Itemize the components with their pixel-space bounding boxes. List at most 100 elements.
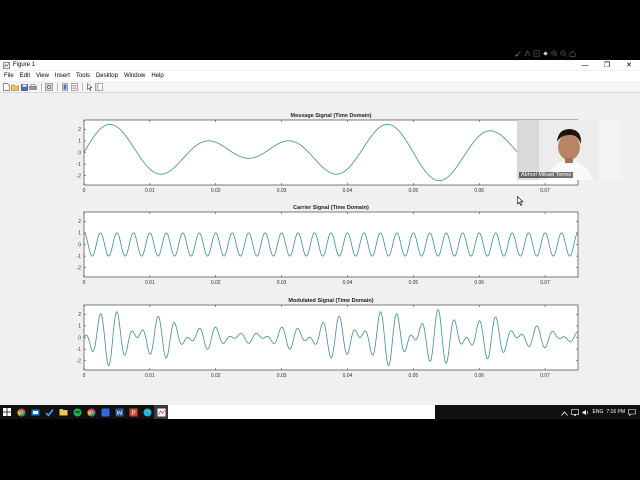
x-tick-label: 0.04	[343, 373, 353, 379]
file-explorer-icon[interactable]	[56, 405, 70, 419]
y-tick-label: 2	[78, 312, 81, 318]
y-tick-label: 0	[78, 150, 81, 156]
y-tick-label: -1	[77, 162, 82, 168]
close-button[interactable]: ✕	[618, 60, 640, 70]
svg-text:P: P	[131, 411, 135, 417]
x-tick-label: 0	[83, 373, 86, 379]
volume-icon[interactable]	[582, 403, 590, 421]
start-icon[interactable]	[0, 405, 14, 419]
axes-title: Carrier Signal (Time Domain)	[293, 205, 369, 211]
y-tick-label: 2	[78, 219, 81, 225]
y-tick-label: -2	[77, 174, 82, 180]
chrome-icon-2[interactable]	[84, 405, 98, 419]
brush-icon[interactable]	[514, 49, 523, 58]
menu-tools[interactable]: Tools	[76, 73, 90, 79]
y-tick-label: 0	[78, 242, 81, 248]
y-tick-label: -1	[77, 347, 82, 353]
maximize-button[interactable]: ❐	[596, 60, 618, 70]
title-bar[interactable]: Figure 1 — ❐ ✕	[0, 60, 640, 70]
home-icon[interactable]	[568, 49, 577, 58]
x-tick-label: 0.03	[277, 188, 287, 194]
menu-file[interactable]: File	[4, 73, 14, 79]
taskbar: P ENG 7:16 PM	[0, 405, 640, 419]
zoom-out-icon[interactable]	[559, 49, 568, 58]
taskbar-search-box[interactable]	[168, 405, 435, 419]
insert-legend-icon[interactable]	[70, 83, 78, 91]
network-icon[interactable]	[570, 403, 579, 421]
x-tick-label: 0.01	[145, 280, 155, 286]
x-tick-label: 0.04	[343, 280, 353, 286]
print-preview-icon[interactable]	[45, 83, 53, 91]
menu-view[interactable]: View	[36, 73, 49, 79]
pointer-icon[interactable]	[86, 83, 94, 91]
y-tick-label: 1	[78, 231, 81, 237]
webcam-overlay: Abhrel Mikael Torres	[517, 120, 622, 180]
new-figure-icon[interactable]	[2, 83, 10, 91]
mouse-cursor-icon	[517, 196, 524, 206]
open-file-icon[interactable]	[11, 83, 19, 91]
webcam-name-label: Abhrel Mikael Torres	[519, 172, 574, 178]
x-tick-label: 0.03	[277, 280, 287, 286]
figure-toolbar	[0, 82, 640, 93]
axes-title: Modulated Signal (Time Domain)	[288, 298, 373, 304]
toolbar-separator	[82, 83, 83, 91]
insert-colorbar-icon[interactable]	[61, 83, 69, 91]
edge-icon[interactable]	[140, 405, 154, 419]
zoom-in-icon[interactable]	[550, 49, 559, 58]
x-tick-label: 0.05	[408, 373, 418, 379]
webcam-person-image	[517, 120, 622, 180]
window-title: Figure 1	[13, 62, 36, 68]
y-tick-label: 2	[78, 127, 81, 133]
x-tick-label: 0	[83, 280, 86, 286]
menu-edit[interactable]: Edit	[20, 73, 30, 79]
export-icon[interactable]	[532, 49, 541, 58]
spotify-icon[interactable]	[70, 405, 84, 419]
menu-bar: File Edit View Insert Tools Desktop Wind…	[0, 71, 640, 81]
y-tick-label: -1	[77, 254, 82, 260]
system-tray: ENG 7:16 PM	[560, 403, 636, 421]
y-tick-label: -2	[77, 359, 82, 365]
chevron-up-icon[interactable]	[560, 403, 568, 421]
data-tips-icon[interactable]	[523, 49, 532, 58]
x-tick-label: 0.06	[474, 280, 484, 286]
x-tick-label: 0.04	[343, 188, 353, 194]
x-tick-label: 0.07	[540, 280, 550, 286]
todo-icon[interactable]	[42, 405, 56, 419]
axes-box	[83, 304, 579, 371]
axes-1: Message Signal (Time Domain) 0 0.01 0.02 0.0…	[77, 113, 579, 194]
task-view-icon[interactable]	[28, 405, 42, 419]
clock[interactable]: 7:16 PM	[606, 409, 625, 415]
save-icon[interactable]	[20, 83, 28, 91]
chrome-icon[interactable]	[14, 405, 28, 419]
minimize-button[interactable]: —	[574, 60, 596, 70]
x-tick-label: 0.05	[408, 188, 418, 194]
language-indicator[interactable]: ENG	[593, 409, 604, 415]
print-icon[interactable]	[29, 83, 37, 91]
axes-box	[83, 119, 579, 186]
menu-help[interactable]: Help	[151, 73, 163, 79]
x-tick-label: 0.02	[211, 373, 221, 379]
menu-window[interactable]: Window	[124, 73, 145, 79]
axes-title: Message Signal (Time Domain)	[291, 113, 372, 119]
matlab-figure-icon[interactable]	[154, 405, 168, 419]
word-icon[interactable]	[112, 405, 126, 419]
x-tick-label: 0.07	[540, 188, 550, 194]
plot-tools-icon[interactable]	[95, 83, 103, 91]
pan-icon[interactable]	[541, 49, 550, 58]
notifications-icon[interactable]	[628, 403, 636, 421]
x-tick-label: 0.01	[145, 188, 155, 194]
screen: Figure 1 — ❐ ✕ File Edit View Insert Too…	[0, 0, 640, 480]
menu-insert[interactable]: Insert	[55, 73, 70, 79]
axes-2: Carrier Signal (Time Domain) 0 0.01 0.02 0.0…	[77, 205, 579, 286]
y-tick-label: 1	[78, 324, 81, 330]
app-icon[interactable]	[98, 405, 112, 419]
figure-window: Figure 1 — ❐ ✕ File Edit View Insert Too…	[0, 60, 640, 405]
y-tick-label: 0	[78, 335, 81, 341]
matlab-figure-icon	[3, 61, 10, 69]
x-tick-label: 0.06	[474, 188, 484, 194]
x-tick-label: 0.05	[408, 280, 418, 286]
menu-desktop[interactable]: Desktop	[96, 73, 118, 79]
x-tick-label: 0	[83, 188, 86, 194]
powerpoint-icon[interactable]: P	[126, 405, 140, 419]
y-tick-label: -2	[77, 266, 82, 272]
